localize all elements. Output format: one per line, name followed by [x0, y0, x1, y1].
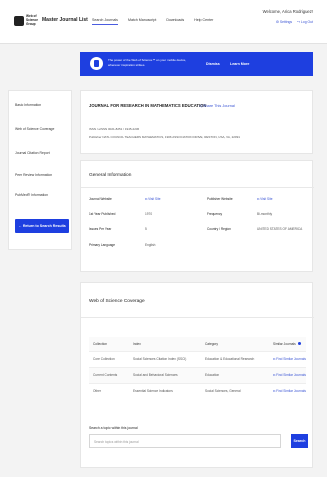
cell-category: Social Sciences, General: [201, 382, 269, 399]
column-header-similar: Similar Journals: [269, 337, 306, 351]
label-primary-language: Primary Language: [89, 243, 116, 247]
cell-index: Essential Science Indicators: [129, 382, 201, 399]
table-header-row: Collection Index Category Similar Journa…: [89, 337, 306, 351]
label-country: Country / Region: [207, 227, 231, 231]
value-country: UNITED STATES OF AMERICA: [257, 227, 303, 231]
phone-icon: [90, 57, 103, 70]
search-button[interactable]: Search: [291, 434, 308, 448]
label-publisher-website: Publisher Website: [207, 197, 233, 201]
cell-collection: Core Collection: [89, 350, 129, 367]
sidebar-item-pubmed[interactable]: PubMed® Information: [15, 193, 48, 197]
nav-help-center[interactable]: Help Center: [194, 18, 213, 25]
similar-header-label: Similar Journals: [273, 341, 296, 346]
banner-message: The power of the Web of Science™ on your…: [108, 58, 187, 67]
sidebar-item-jcr[interactable]: Journal Citation Report: [15, 151, 50, 155]
value-frequency: Bi-monthly: [257, 212, 273, 216]
web-of-science-logo[interactable]: Web of Science Group: [14, 12, 38, 32]
sidebar-item-peer-review[interactable]: Peer Review Information: [15, 173, 52, 177]
nav-downloads[interactable]: Downloads: [166, 18, 184, 25]
wos-coverage-card: Web of Science Coverage Collection Index…: [80, 282, 314, 468]
cell-category: Education & Educational Research: [201, 350, 269, 367]
info-icon[interactable]: [297, 341, 301, 345]
settings-link[interactable]: ⚙ Settings: [276, 20, 292, 24]
cell-index: Social Sciences Citation Index (SSCI): [129, 350, 201, 367]
label-journal-website: Journal Website: [89, 197, 112, 201]
publisher-website-link[interactable]: ⧉ Visit Site: [257, 197, 273, 201]
value-first-year: 1970: [145, 212, 153, 216]
journal-issn: ISSN / eISSN 0021-8251 / 1945-2236: [89, 127, 140, 131]
label-issues-per-year: Issues Per Year: [89, 227, 112, 231]
journal-website-link[interactable]: ⧉ Visit Site: [145, 197, 161, 201]
sidebar-item-basic-information[interactable]: Basic Information: [15, 103, 41, 107]
app-promo-banner: The power of the Web of Science™ on your…: [80, 52, 313, 76]
share-journal-link[interactable]: ◁ Share This Journal: [199, 103, 235, 108]
search-topic-input[interactable]: Search topics within this journal: [89, 434, 281, 448]
main-nav: Search Journals Match Manuscript Downloa…: [92, 18, 213, 25]
find-similar-label: Find Similar Journals: [276, 389, 306, 394]
table-row: Current Contents Social and Behavioral S…: [89, 366, 306, 383]
value-primary-language: English: [145, 243, 156, 247]
section-title-coverage: Web of Science Coverage: [89, 299, 145, 304]
cell-index: Social and Behavioral Sciences: [129, 366, 201, 383]
top-bar: Web of Science Group Master Journal List…: [0, 0, 327, 44]
learn-more-button[interactable]: Learn More: [230, 62, 249, 66]
sidebar-item-wos-coverage[interactable]: Web of Science Coverage: [15, 127, 54, 131]
cell-collection: Other: [89, 382, 129, 399]
general-information-card: General Information Journal Website ⧉ Vi…: [80, 160, 314, 272]
welcome-text: Welcome, Arica Rodriguez!: [262, 9, 313, 14]
value-issues-per-year: 5: [145, 227, 147, 231]
find-similar-link[interactable]: ⧉ Find Similar Journals: [269, 366, 306, 383]
label-frequency: Frequency: [207, 212, 223, 216]
account-links: ⚙ Settings ↪ Log Out: [276, 20, 313, 24]
table-row: Other Essential Science Indicators Socia…: [89, 382, 306, 399]
journal-title: JOURNAL FOR RESEARCH IN MATHEMATICS EDUC…: [89, 103, 207, 108]
journal-website-label: Visit Site: [148, 197, 161, 201]
cell-category: Education: [201, 366, 269, 383]
logo-mark-icon: [14, 16, 24, 26]
cell-collection: Current Contents: [89, 366, 129, 383]
coverage-table: Collection Index Category Similar Journa…: [89, 337, 306, 399]
divider: [81, 317, 314, 318]
brand-title[interactable]: Master Journal List: [42, 17, 88, 23]
column-header-collection: Collection: [89, 337, 129, 351]
logout-label: Log Out: [300, 20, 313, 24]
sidebar: Basic Information Web of Science Coverag…: [8, 90, 72, 250]
search-topic-label: Search a topic within this journal: [89, 426, 138, 430]
column-header-index: Index: [129, 337, 201, 351]
dismiss-button[interactable]: Dismiss: [206, 62, 220, 66]
publisher-website-label: Visit Site: [260, 197, 273, 201]
find-similar-label: Find Similar Journals: [276, 357, 306, 361]
logout-link[interactable]: ↪ Log Out: [297, 20, 313, 24]
journal-publisher: Publisher NATL COUNCIL TEACHERS MATHEMAT…: [89, 135, 240, 139]
nav-search-journals[interactable]: Search Journals: [92, 18, 118, 25]
label-first-year: 1st Year Published: [89, 212, 116, 216]
find-similar-link[interactable]: ⧉ Find Similar Journals: [269, 382, 306, 399]
column-header-category: Category: [201, 337, 269, 351]
return-to-results-button[interactable]: ← Return to Search Results: [15, 219, 69, 233]
divider: [81, 187, 314, 188]
share-label: Share This Journal: [202, 104, 235, 108]
journal-header-card: JOURNAL FOR RESEARCH IN MATHEMATICS EDUC…: [80, 90, 313, 154]
section-title-general: General Information: [89, 173, 132, 178]
table-row: Core Collection Social Sciences Citation…: [89, 350, 306, 367]
find-similar-label: Find Similar Journals: [276, 373, 306, 377]
settings-label: Settings: [279, 20, 293, 24]
nav-match-manuscript[interactable]: Match Manuscript: [128, 18, 156, 25]
find-similar-link[interactable]: ⧉ Find Similar Journals: [269, 350, 306, 367]
